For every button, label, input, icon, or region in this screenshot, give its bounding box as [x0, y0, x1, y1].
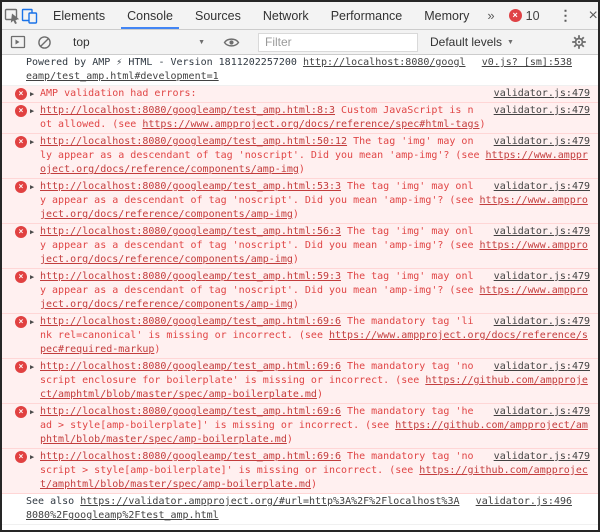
message-text: ): [479, 119, 486, 130]
console-message-info: v0.js? [sm]:538 Powered by AMP ⚡ HTML - V…: [2, 55, 598, 86]
source-location-link[interactable]: validator.js:479: [494, 405, 590, 419]
source-location-link[interactable]: validator.js:479: [494, 135, 590, 149]
expand-triangle-icon[interactable]: ▶: [30, 270, 34, 284]
expand-triangle-icon[interactable]: ▶: [30, 87, 34, 101]
expand-triangle-icon[interactable]: ▶: [30, 405, 34, 419]
message-text: Powered by AMP ⚡ HTML - Version 18112022…: [26, 57, 303, 68]
message-link[interactable]: https://www.ampproject.org/docs/referenc…: [142, 119, 479, 130]
error-icon: ×: [15, 451, 27, 463]
eye-icon[interactable]: [218, 36, 245, 49]
context-selector[interactable]: top ▼: [63, 35, 213, 49]
clear-console-icon[interactable]: [31, 35, 58, 50]
message-text: ): [292, 299, 299, 310]
chevron-down-icon: ▼: [198, 38, 205, 46]
error-icon: ×: [15, 361, 27, 373]
message-link[interactable]: http://localhost:8080/googleamp/test_amp…: [40, 271, 341, 282]
console-sidebar-toggle-icon[interactable]: [4, 35, 31, 49]
console-message-error: validator.js:479 × ▶ AMP validation had err…: [2, 86, 598, 103]
tab-network[interactable]: Network: [252, 2, 320, 29]
expand-triangle-icon[interactable]: ▶: [30, 180, 34, 194]
error-icon: ×: [15, 271, 27, 283]
console-message-error: validator.js:479 × ▶ http://localhost:8080/…: [2, 179, 598, 224]
message-text: ): [310, 479, 317, 490]
source-location-link[interactable]: v0.js? [sm]:538: [482, 56, 572, 70]
source-location-link[interactable]: validator.js:479: [494, 450, 590, 464]
error-icon: ×: [15, 226, 27, 238]
message-text: ): [316, 389, 323, 400]
error-count: 10: [525, 8, 540, 23]
message-link[interactable]: http://localhost:8080/googleamp/test_amp…: [40, 451, 341, 462]
source-location-link[interactable]: validator.js:496: [476, 495, 572, 509]
expand-triangle-icon[interactable]: ▶: [30, 104, 34, 118]
message-link[interactable]: http://localhost:8080/googleamp/test_amp…: [40, 181, 341, 192]
close-icon[interactable]: ×: [581, 2, 598, 29]
tab-elements[interactable]: Elements: [42, 2, 116, 29]
tab-sources[interactable]: Sources: [184, 2, 252, 29]
message-text: ): [298, 164, 305, 175]
tab-memory[interactable]: Memory: [413, 2, 480, 29]
log-levels-value: Default levels: [430, 35, 503, 49]
expand-triangle-icon[interactable]: ▶: [30, 225, 34, 239]
device-toolbar-icon[interactable]: [21, 2, 38, 29]
devtools-window: Elements Console Sources Network Perform…: [0, 0, 600, 532]
inspect-element-icon[interactable]: [4, 2, 21, 29]
messages-container: v0.js? [sm]:538 Powered by AMP ⚡ HTML - V…: [2, 55, 598, 525]
error-icon: ×: [15, 136, 27, 148]
expand-triangle-icon[interactable]: ▶: [30, 450, 34, 464]
chevron-down-icon: ▼: [507, 38, 514, 46]
prompt-chevron-icon: >: [17, 528, 24, 530]
menu-dots-icon[interactable]: ⋮: [551, 2, 581, 29]
log-levels-dropdown[interactable]: Default levels ▼: [430, 35, 514, 49]
message-link[interactable]: https://validator.ampproject.org/#url=ht…: [26, 496, 459, 521]
message-text: AMP validation had errors:: [40, 88, 197, 99]
error-icon: ×: [15, 316, 27, 328]
source-location-link[interactable]: validator.js:479: [494, 270, 590, 284]
console-message-error: validator.js:479 × ▶ http://localhost:8080/…: [2, 103, 598, 134]
context-selector-value: top: [73, 35, 90, 49]
console-message-error: validator.js:479 × ▶ http://localhost:8080/…: [2, 449, 598, 494]
message-link[interactable]: http://localhost:8080/googleamp/test_amp…: [40, 105, 335, 116]
expand-triangle-icon[interactable]: ▶: [30, 360, 34, 374]
message-text: ): [292, 209, 299, 220]
error-count-badge[interactable]: × 10: [502, 2, 547, 29]
message-text: ): [292, 254, 299, 265]
source-location-link[interactable]: validator.js:479: [494, 360, 590, 374]
more-tabs-chevron-icon[interactable]: »: [480, 2, 501, 29]
error-icon: ×: [15, 406, 27, 418]
source-location-link[interactable]: validator.js:479: [494, 225, 590, 239]
message-text: ): [286, 434, 293, 445]
message-link[interactable]: http://localhost:8080/googleamp/test_amp…: [40, 316, 341, 327]
console-message-error: validator.js:479 × ▶ http://localhost:8080/…: [2, 359, 598, 404]
console-message-error: validator.js:479 × ▶ http://localhost:8080/…: [2, 134, 598, 179]
source-location-link[interactable]: validator.js:479: [494, 180, 590, 194]
settings-gear-icon[interactable]: [565, 34, 592, 50]
message-link[interactable]: http://localhost:8080/googleamp/test_amp…: [40, 406, 341, 417]
console-prompt[interactable]: >: [2, 525, 598, 530]
error-icon: ×: [508, 9, 522, 22]
devtools-tab-bar: Elements Console Sources Network Perform…: [2, 2, 598, 30]
source-location-link[interactable]: validator.js:479: [494, 104, 590, 118]
message-link[interactable]: http://localhost:8080/googleamp/test_amp…: [40, 361, 341, 372]
error-icon: ×: [15, 88, 27, 100]
message-text: ): [154, 344, 161, 355]
message-link[interactable]: http://localhost:8080/googleamp/test_amp…: [40, 226, 341, 237]
error-icon: ×: [15, 105, 27, 117]
source-location-link[interactable]: validator.js:479: [494, 315, 590, 329]
source-location-link[interactable]: validator.js:479: [494, 87, 590, 101]
filter-input[interactable]: [258, 32, 418, 52]
console-message-info: validator.js:496 See also https://validat…: [2, 494, 598, 525]
console-message-error: validator.js:479 × ▶ http://localhost:8080/…: [2, 224, 598, 269]
expand-triangle-icon[interactable]: ▶: [30, 315, 34, 329]
console-message-error: validator.js:479 × ▶ http://localhost:8080/…: [2, 269, 598, 314]
console-message-error: validator.js:479 × ▶ http://localhost:8080/…: [2, 314, 598, 359]
console-message-error: validator.js:479 × ▶ http://localhost:8080/…: [2, 404, 598, 449]
console-toolbar: top ▼ Default levels ▼: [2, 30, 598, 55]
expand-triangle-icon[interactable]: ▶: [30, 135, 34, 149]
error-icon: ×: [15, 181, 27, 193]
tab-performance[interactable]: Performance: [320, 2, 414, 29]
message-text: See also: [26, 496, 81, 507]
message-link[interactable]: http://localhost:8080/googleamp/test_amp…: [40, 136, 347, 147]
console-log: v0.js? [sm]:538 Powered by AMP ⚡ HTML - V…: [2, 55, 598, 530]
tab-console[interactable]: Console: [116, 2, 184, 29]
